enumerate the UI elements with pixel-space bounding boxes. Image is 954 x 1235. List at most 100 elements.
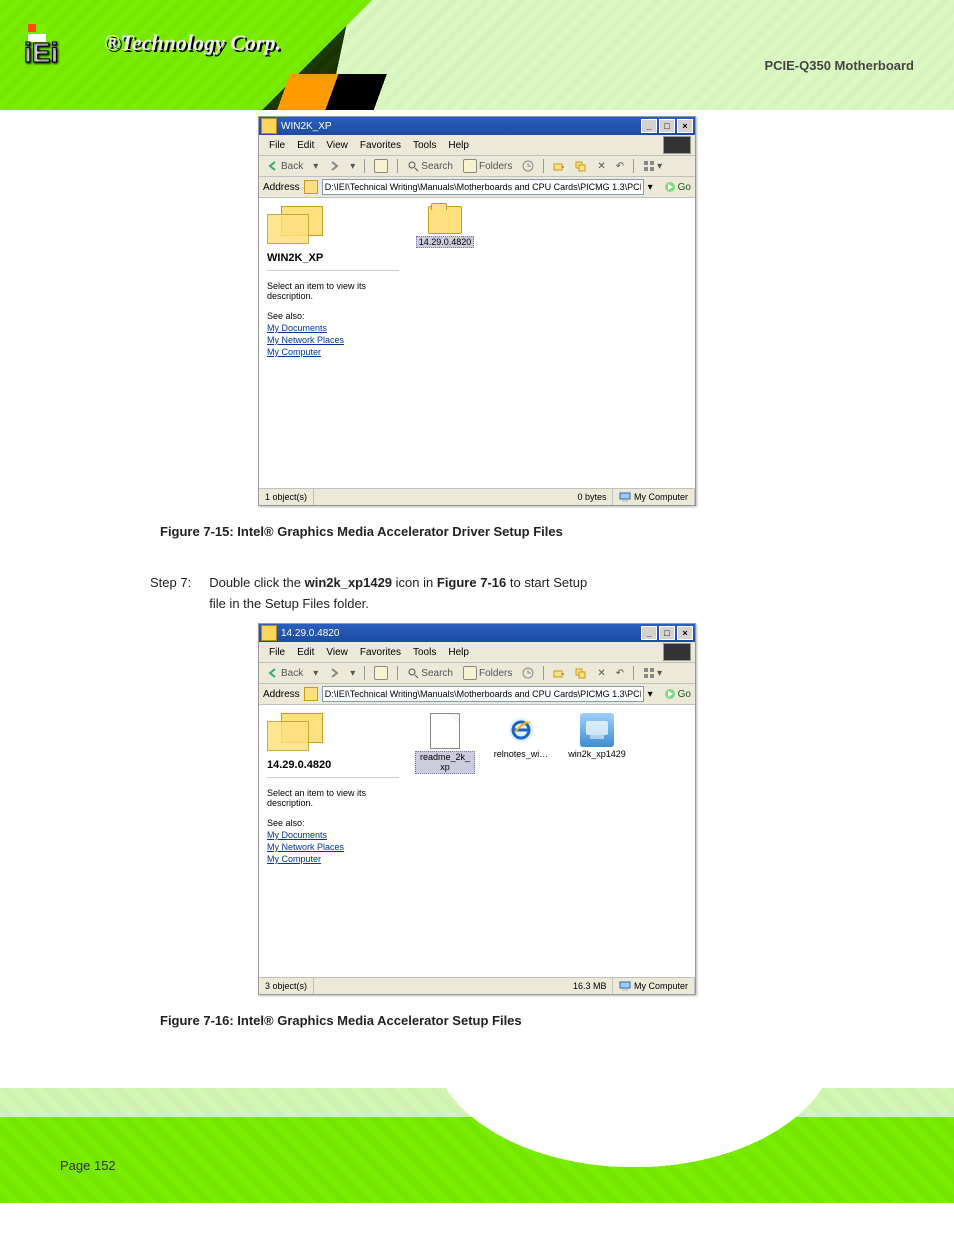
go-button[interactable]: Go xyxy=(664,181,691,193)
doc-title: PCIE-Q350 Motherboard xyxy=(764,58,914,73)
sidebar-description: Select an item to view its description. xyxy=(267,281,399,301)
search-button[interactable]: Search xyxy=(403,667,457,679)
see-also-label: See also: xyxy=(267,818,399,828)
computer-icon xyxy=(619,491,631,503)
menu-help[interactable]: Help xyxy=(442,646,475,659)
views-button[interactable]: ▾ xyxy=(639,667,666,679)
titlebar: WIN2K_XP _ □ × xyxy=(259,117,695,135)
menu-file[interactable]: File xyxy=(263,646,291,659)
delete-button[interactable]: ✕ xyxy=(593,668,609,679)
up-button[interactable] xyxy=(370,159,392,173)
history-button[interactable] xyxy=(518,667,538,679)
window-title: 14.29.0.4820 xyxy=(281,628,339,639)
titlebar: 14.29.0.4820 _ □ × xyxy=(259,624,695,642)
window-title: WIN2K_XP xyxy=(281,121,332,132)
status-object-count: 1 object(s) xyxy=(259,489,314,505)
history-button[interactable] xyxy=(518,160,538,172)
back-dropdown[interactable]: ▾ xyxy=(309,161,322,172)
link-my-computer[interactable]: My Computer xyxy=(267,854,399,864)
html-file-icon xyxy=(504,713,538,747)
figure-reference: Figure 7-16 xyxy=(437,575,506,590)
back-button[interactable]: Back xyxy=(263,160,307,172)
page-footer-banner xyxy=(0,1088,954,1203)
page-footer: Page 152 xyxy=(0,1088,954,1203)
link-my-documents[interactable]: My Documents xyxy=(267,830,399,840)
list-item[interactable]: relnotes_wi… xyxy=(491,713,551,759)
status-location: My Computer xyxy=(613,978,695,994)
maximize-button[interactable]: □ xyxy=(659,119,675,133)
undo-button[interactable]: ↶ xyxy=(612,161,628,172)
status-size: 16.3 MB xyxy=(567,978,614,994)
copy-to-button[interactable] xyxy=(571,667,591,679)
menu-help[interactable]: Help xyxy=(442,139,475,152)
address-bar: Address ▾ Go xyxy=(259,684,695,705)
address-input[interactable] xyxy=(322,179,644,195)
figure-caption-1: Figure 7-15: Intel® Graphics Media Accel… xyxy=(160,524,954,539)
delete-button[interactable]: ✕ xyxy=(593,161,609,172)
address-label: Address xyxy=(263,182,300,193)
forward-dropdown[interactable]: ▾ xyxy=(346,161,359,172)
address-label: Address xyxy=(263,689,300,700)
folders-button[interactable]: Folders xyxy=(459,666,516,680)
menu-tools[interactable]: Tools xyxy=(407,646,442,659)
status-size: 0 bytes xyxy=(571,489,613,505)
address-dropdown[interactable]: ▾ xyxy=(648,182,660,193)
file-pane[interactable]: 14.29.0.4820 xyxy=(407,198,695,488)
list-item[interactable]: win2k_xp1429 xyxy=(567,713,627,759)
link-my-documents[interactable]: My Documents xyxy=(267,323,399,333)
minimize-button[interactable]: _ xyxy=(641,626,657,640)
instruction-step: Step 7: Double click the win2k_xp1429 ic… xyxy=(150,575,954,617)
back-button[interactable]: Back xyxy=(263,667,307,679)
info-sidebar: WIN2K_XP Select an item to view its desc… xyxy=(259,198,407,488)
undo-button[interactable]: ↶ xyxy=(612,668,628,679)
svg-text:iEi: iEi xyxy=(24,37,58,68)
vendor-tagline: ®Technology Corp. xyxy=(104,30,281,56)
back-dropdown[interactable]: ▾ xyxy=(309,668,322,679)
text-file-icon xyxy=(430,713,460,749)
menu-favorites[interactable]: Favorites xyxy=(354,646,407,659)
status-object-count: 3 object(s) xyxy=(259,978,314,994)
close-button[interactable]: × xyxy=(677,119,693,133)
maximize-button[interactable]: □ xyxy=(659,626,675,640)
close-button[interactable]: × xyxy=(677,626,693,640)
address-input[interactable] xyxy=(322,686,644,702)
menu-bar: File Edit View Favorites Tools Help xyxy=(259,135,695,156)
folders-button[interactable]: Folders xyxy=(459,159,516,173)
list-item[interactable]: 14.29.0.4820 xyxy=(415,206,475,248)
address-bar: Address ▾ Go xyxy=(259,177,695,198)
file-pane[interactable]: readme_2k_xp relnotes_wi… win2k_xp1429 xyxy=(407,705,695,977)
up-button[interactable] xyxy=(370,666,392,680)
figure-caption-2: Figure 7-16: Intel® Graphics Media Accel… xyxy=(160,1013,954,1028)
menu-view[interactable]: View xyxy=(320,646,354,659)
move-to-button[interactable] xyxy=(549,667,569,679)
executable-icon xyxy=(580,713,614,747)
list-item[interactable]: readme_2k_xp xyxy=(415,713,475,774)
item-label: 14.29.0.4820 xyxy=(416,236,475,248)
menu-edit[interactable]: Edit xyxy=(291,139,320,152)
menu-edit[interactable]: Edit xyxy=(291,646,320,659)
see-also-label: See also: xyxy=(267,311,399,321)
forward-button[interactable] xyxy=(324,160,344,172)
menu-tools[interactable]: Tools xyxy=(407,139,442,152)
views-button[interactable]: ▾ xyxy=(639,160,666,172)
vendor-logo: iEi ®Technology Corp. xyxy=(24,18,281,68)
go-button[interactable]: Go xyxy=(664,688,691,700)
info-sidebar: 14.29.0.4820 Select an item to view its … xyxy=(259,705,407,977)
copy-to-button[interactable] xyxy=(571,160,591,172)
status-bar: 3 object(s) 16.3 MB My Computer xyxy=(259,977,695,994)
forward-dropdown[interactable]: ▾ xyxy=(346,668,359,679)
forward-button[interactable] xyxy=(324,667,344,679)
item-label: win2k_xp1429 xyxy=(568,749,626,759)
address-dropdown[interactable]: ▾ xyxy=(648,689,660,700)
search-button[interactable]: Search xyxy=(403,160,457,172)
page-header-banner: iEi ®Technology Corp. PCIE-Q350 Motherbo… xyxy=(0,0,954,110)
link-my-network-places[interactable]: My Network Places xyxy=(267,842,399,852)
minimize-button[interactable]: _ xyxy=(641,119,657,133)
link-my-network-places[interactable]: My Network Places xyxy=(267,335,399,345)
menu-view[interactable]: View xyxy=(320,139,354,152)
move-to-button[interactable] xyxy=(549,160,569,172)
address-folder-icon xyxy=(304,687,318,701)
menu-file[interactable]: File xyxy=(263,139,291,152)
link-my-computer[interactable]: My Computer xyxy=(267,347,399,357)
menu-favorites[interactable]: Favorites xyxy=(354,139,407,152)
